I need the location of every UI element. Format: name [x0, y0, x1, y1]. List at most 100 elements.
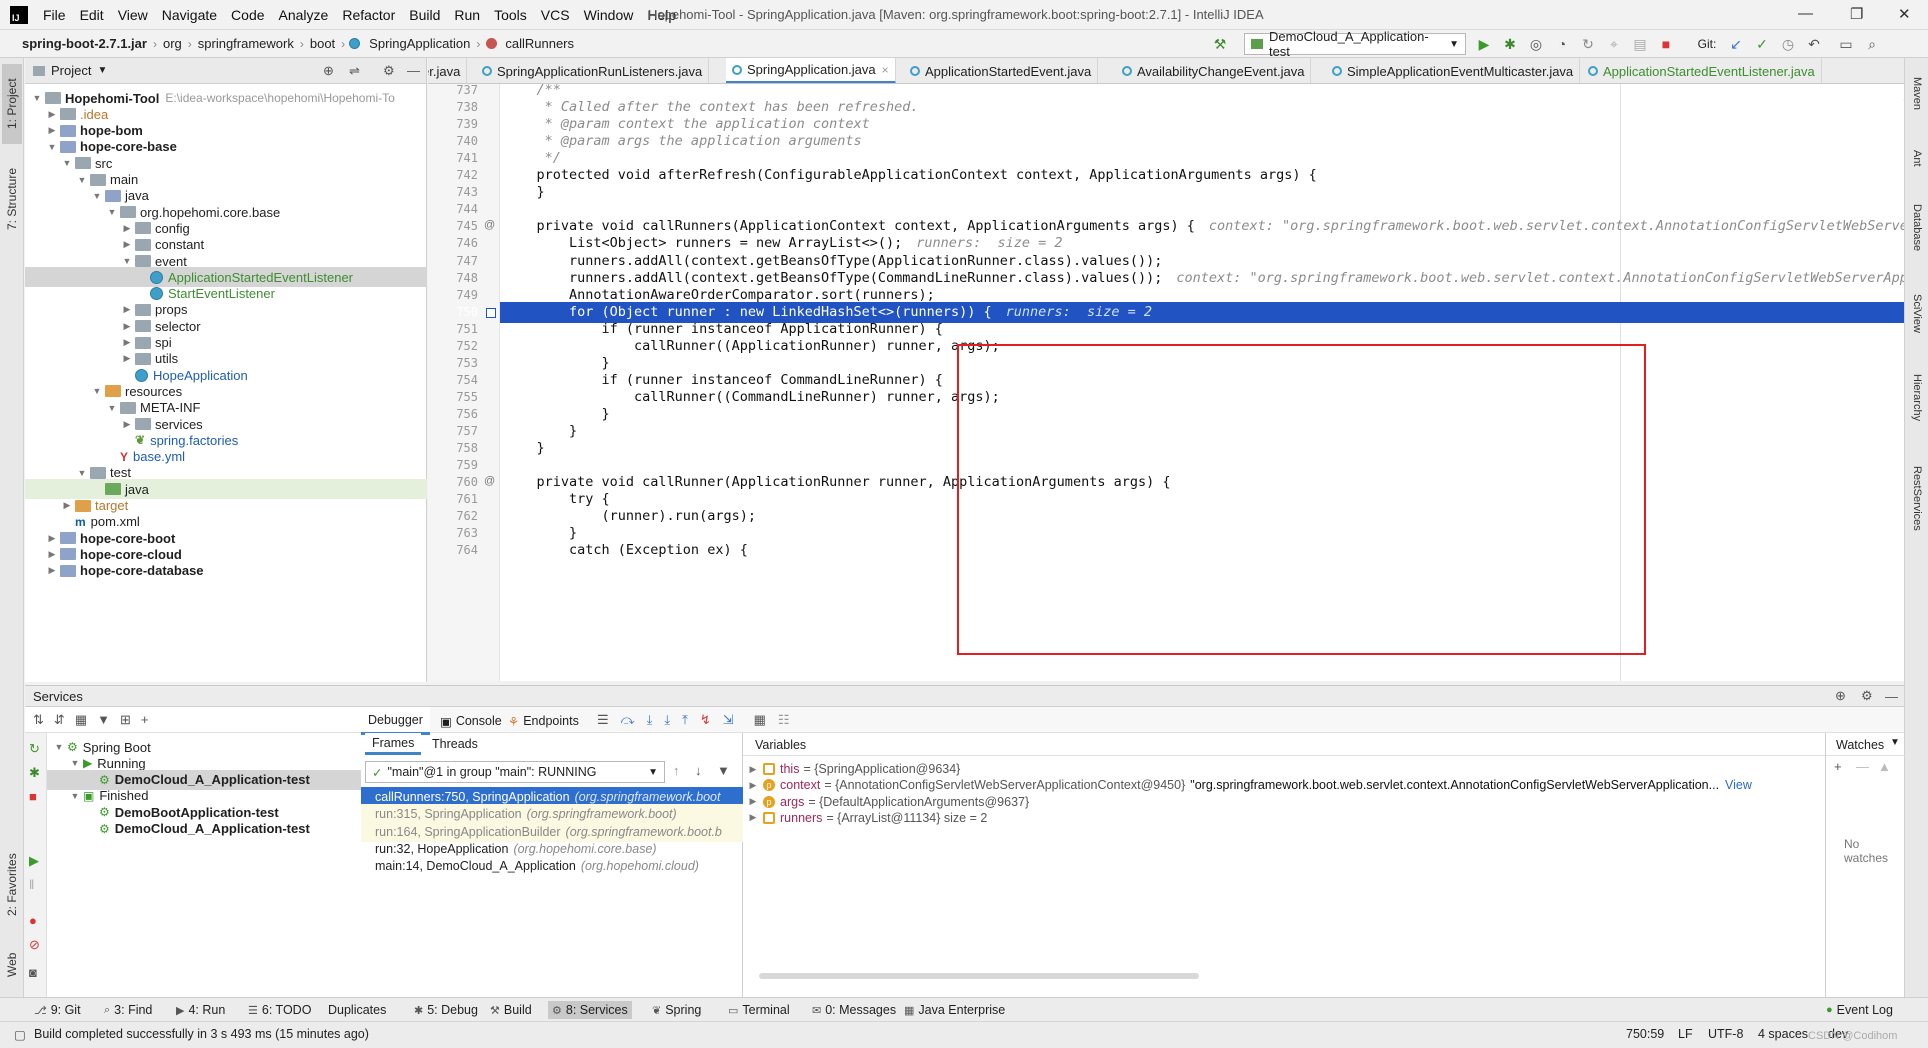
- globe-icon[interactable]: ⊕: [1835, 688, 1846, 704]
- chevron-right-icon[interactable]: ▶: [747, 764, 759, 775]
- menu-view[interactable]: View: [111, 7, 155, 23]
- stop-icon[interactable]: ■: [1656, 34, 1676, 54]
- tool-database[interactable]: Database: [1907, 188, 1927, 268]
- maximize-icon[interactable]: ❐: [1850, 5, 1863, 23]
- tool-ant[interactable]: Ant: [1907, 138, 1927, 178]
- indent-setting[interactable]: 4 spaces: [1758, 1027, 1808, 1041]
- chevron-down-icon[interactable]: ▼: [76, 175, 88, 185]
- tab-debugger[interactable]: Debugger: [361, 707, 430, 735]
- tool-sciview[interactable]: SciView: [1907, 278, 1927, 348]
- tool-restservices[interactable]: RestServices: [1907, 448, 1927, 548]
- group-icon[interactable]: ▦: [75, 712, 87, 728]
- chevron-down-icon[interactable]: ▼: [46, 142, 58, 152]
- rerun-icon[interactable]: ↻: [29, 741, 40, 757]
- chevron-right-icon[interactable]: ▶: [46, 109, 58, 120]
- chevron-down-icon[interactable]: ▼: [69, 758, 81, 768]
- chevron-down-icon[interactable]: ▼: [106, 207, 118, 217]
- camera-icon[interactable]: ◙: [29, 965, 37, 980]
- project-structure-icon[interactable]: ▭: [1836, 34, 1856, 54]
- git-commit-icon[interactable]: ✓: [1752, 34, 1772, 54]
- menu-vcs[interactable]: VCS: [534, 7, 577, 23]
- chevron-right-icon[interactable]: ▶: [46, 533, 58, 544]
- minimize-icon[interactable]: —: [1798, 5, 1813, 22]
- bottom-tab[interactable]: ▶ 4: Run: [172, 1001, 229, 1019]
- step-out-icon[interactable]: ⤒: [682, 712, 688, 728]
- variable-row[interactable]: ▶ runners = {ArrayList@11134} size = 2: [743, 808, 988, 828]
- status-toggle-icon[interactable]: ▢: [14, 1027, 26, 1042]
- attach-icon[interactable]: ⌖: [1604, 34, 1624, 54]
- menu-refactor[interactable]: Refactor: [335, 7, 402, 23]
- gear-icon[interactable]: ⚙: [383, 63, 395, 79]
- override-gutter-icon[interactable]: @: [484, 475, 495, 487]
- remove-watch-icon[interactable]: —: [1856, 759, 1869, 774]
- chevron-down-icon[interactable]: ▼: [106, 403, 118, 413]
- service-item[interactable]: ⚙ DemoCloud_A_Application-test: [47, 819, 361, 839]
- add-watch-icon[interactable]: +: [1834, 759, 1842, 774]
- file-encoding[interactable]: UTF-8: [1708, 1027, 1743, 1041]
- line-separator[interactable]: LF: [1678, 1027, 1693, 1041]
- tab-frames[interactable]: Frames: [365, 733, 422, 755]
- tab-endpoints[interactable]: ⚘ Endpoints: [501, 707, 586, 735]
- pause-icon[interactable]: ‖: [29, 877, 34, 892]
- chevron-right-icon[interactable]: ▶: [747, 780, 759, 791]
- chevron-down-icon[interactable]: ▼: [69, 791, 81, 801]
- chevron-right-icon[interactable]: ▶: [747, 812, 759, 823]
- chevron-down-icon[interactable]: ▼: [1890, 737, 1900, 748]
- run-config-select[interactable]: DemoCloud_A_Application-test ▼: [1244, 29, 1466, 59]
- tool-project[interactable]: 1: Project: [2, 64, 22, 144]
- breadcrumb-item[interactable]: org: [159, 36, 186, 51]
- git-update-icon[interactable]: ↙: [1726, 34, 1746, 54]
- editor-tab[interactable]: SimpleApplicationEventMulticaster.java: [1326, 58, 1581, 83]
- show-execution-point-icon[interactable]: ☰: [597, 712, 609, 728]
- tool-web[interactable]: Web: [2, 940, 22, 990]
- filter-icon[interactable]: ▼: [717, 763, 730, 778]
- git-history-icon[interactable]: ◷: [1778, 34, 1798, 54]
- mute-breakpoints-icon[interactable]: ⊘: [29, 937, 40, 953]
- project-panel-title[interactable]: Project: [51, 63, 91, 78]
- chevron-down-icon[interactable]: ▼: [31, 93, 43, 103]
- chevron-right-icon[interactable]: ▶: [121, 239, 133, 250]
- chevron-down-icon[interactable]: ▼: [91, 191, 103, 201]
- resume-icon[interactable]: ▶: [29, 853, 39, 869]
- hide-icon[interactable]: —: [407, 63, 420, 78]
- stack-frame[interactable]: main:14, DemoCloud_A_Application (org.hop…: [361, 856, 743, 876]
- thread-select[interactable]: ✓ "main"@1 in group "main": RUNNING ▼: [365, 761, 665, 783]
- chevron-down-icon[interactable]: ▼: [76, 468, 88, 478]
- breadcrumb-item[interactable]: spring-boot-2.7.1.jar: [18, 36, 151, 51]
- bottom-tab[interactable]: ● Event Log: [1822, 1001, 1897, 1019]
- chevron-down-icon[interactable]: ▼: [97, 65, 107, 76]
- bottom-tab[interactable]: ✉ 0: Messages: [808, 1001, 900, 1019]
- debug-icon[interactable]: ✱: [29, 765, 40, 781]
- stop-disabled-icon[interactable]: ↻: [1578, 34, 1598, 54]
- chevron-down-icon[interactable]: ▼: [121, 256, 133, 266]
- view-breakpoints-icon[interactable]: ●: [29, 913, 37, 928]
- chevron-right-icon[interactable]: ▶: [61, 500, 73, 511]
- variables-scrollbar[interactable]: [759, 973, 1199, 979]
- git-rollback-icon[interactable]: ↶: [1804, 34, 1824, 54]
- move-up-icon[interactable]: ▲: [1878, 759, 1891, 774]
- close-icon[interactable]: ✕: [1898, 5, 1911, 23]
- menu-build[interactable]: Build: [402, 7, 447, 23]
- tool-maven[interactable]: Maven: [1907, 64, 1927, 124]
- bottom-tab[interactable]: Duplicates: [320, 1001, 390, 1019]
- chevron-right-icon[interactable]: ▶: [121, 353, 133, 364]
- chevron-down-icon[interactable]: ▼: [61, 158, 73, 168]
- gear-icon[interactable]: ⚙: [1861, 688, 1873, 704]
- frame-up-icon[interactable]: ↑: [673, 763, 680, 778]
- chevron-down-icon[interactable]: ▼: [53, 742, 65, 752]
- chevron-right-icon[interactable]: ▶: [747, 796, 759, 807]
- new-group-icon[interactable]: ⊞: [120, 712, 131, 728]
- menu-tools[interactable]: Tools: [487, 7, 534, 23]
- caret-position[interactable]: 750:59: [1626, 1027, 1664, 1041]
- frame-down-icon[interactable]: ↓: [695, 763, 702, 778]
- bottom-tab[interactable]: ⚒ Build: [486, 1001, 536, 1019]
- close-icon[interactable]: ×: [882, 63, 889, 77]
- chevron-right-icon[interactable]: ▶: [121, 223, 133, 234]
- add-service-icon[interactable]: +: [141, 712, 149, 727]
- editor-tab[interactable]: AvailabilityChangeEvent.java: [1116, 58, 1312, 83]
- step-into-icon[interactable]: ⤓: [647, 712, 653, 728]
- chevron-right-icon[interactable]: ▶: [121, 304, 133, 315]
- breadcrumb-item[interactable]: callRunners: [501, 36, 578, 51]
- breakpoint-icon[interactable]: [486, 307, 496, 318]
- tab-console[interactable]: ▣ Console: [433, 707, 509, 735]
